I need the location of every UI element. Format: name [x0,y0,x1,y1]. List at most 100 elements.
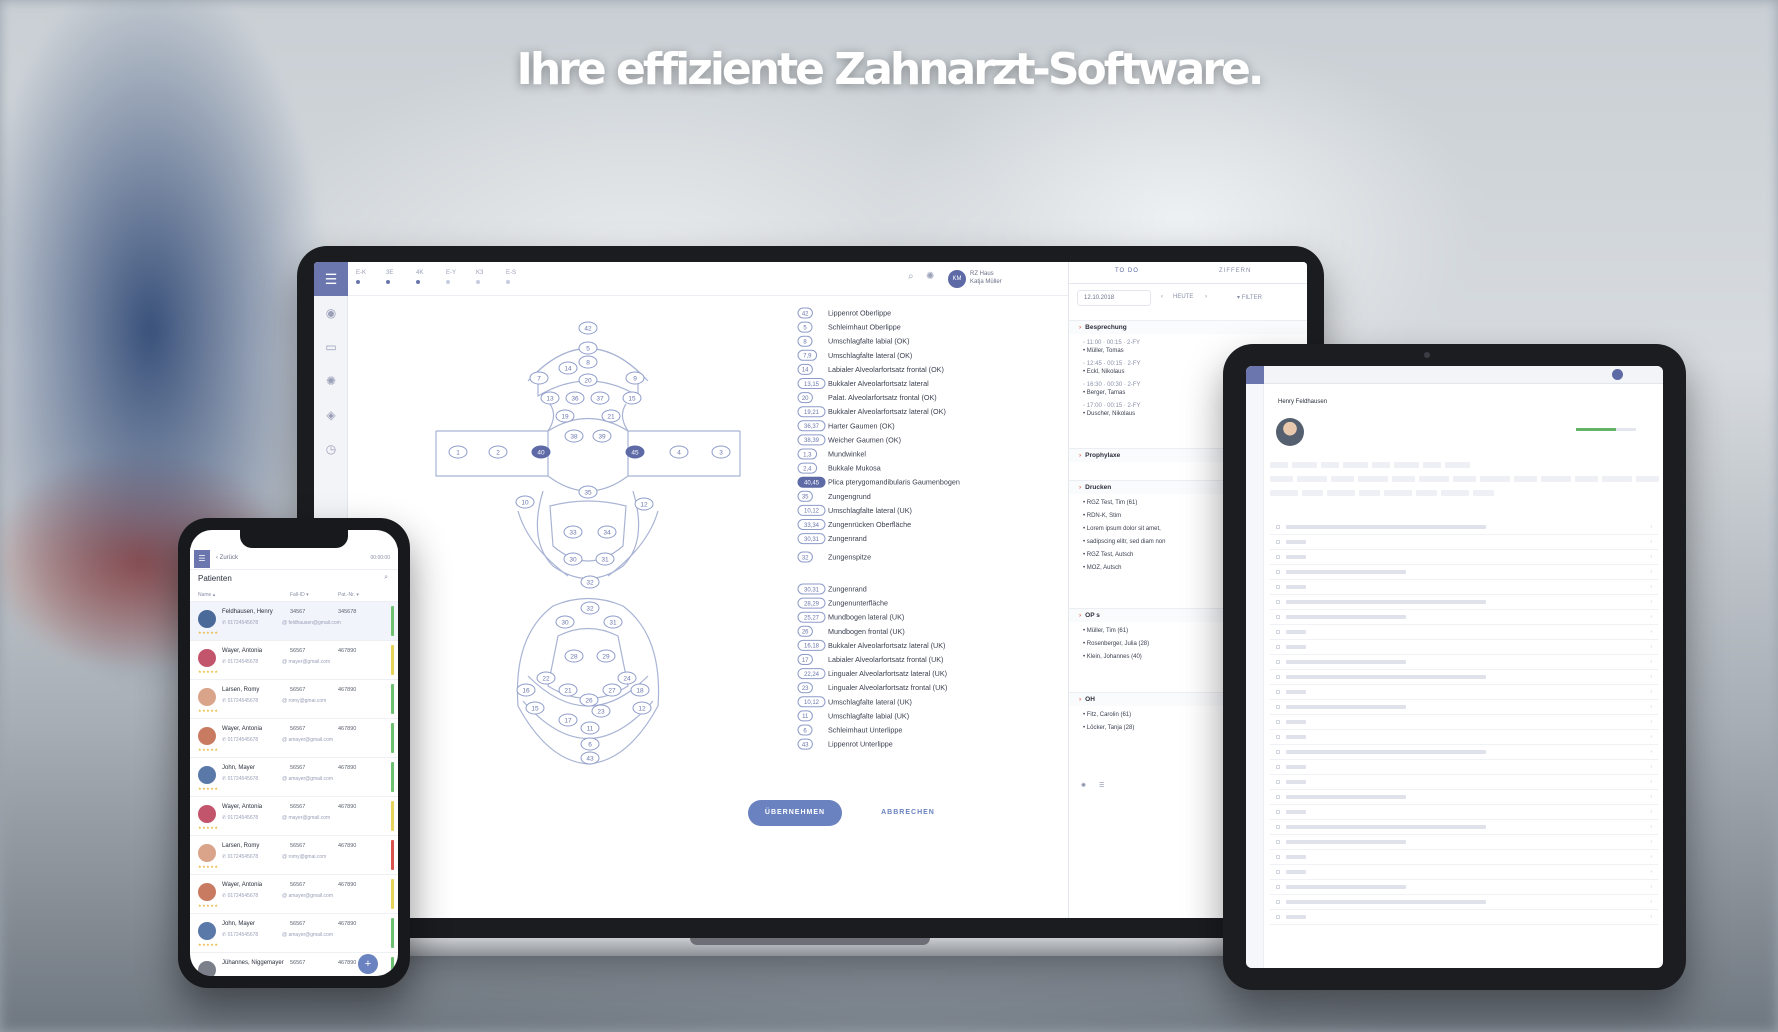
legend-upper-label-3[interactable]: Umschlagfalte lateral (OK) [828,351,912,360]
table-row[interactable]: › [1270,610,1658,625]
chevron-right-icon[interactable]: › [1650,794,1652,800]
tab-chip[interactable] [1416,490,1437,496]
legend-lower-label-3[interactable]: Mundbogen frontal (UK) [828,627,905,636]
row-checkbox[interactable] [1276,690,1280,694]
legend-lower-label-6[interactable]: Lingualer Alveolarfortsatz lateral (UK) [828,669,947,678]
tab-chip[interactable] [1419,476,1449,482]
tab-chip[interactable] [1292,462,1317,468]
gear-icon[interactable]: ✺ [926,271,934,282]
legend-upper-label-11[interactable]: Bukkale Mukosa [828,464,881,473]
tab-chip[interactable] [1358,476,1388,482]
add-patient-button[interactable]: + [358,954,378,974]
legend-upper-label-4[interactable]: Labialer Alveolarfortsatz frontal (OK) [828,365,944,374]
tab-chip[interactable] [1636,476,1659,482]
chevron-right-icon[interactable]: › [1650,764,1652,770]
home-icon[interactable]: ◉ [314,296,348,330]
avatar[interactable] [1612,369,1623,380]
tab-chip[interactable] [1327,490,1355,496]
tab-chip[interactable] [1384,490,1412,496]
chevron-right-icon[interactable]: › [1650,824,1652,830]
legend-lower-label-5[interactable]: Labialer Alveolarfortsatz frontal (UK) [828,655,943,664]
table-row[interactable]: › [1270,850,1658,865]
row-checkbox[interactable] [1276,585,1280,589]
row-checkbox[interactable] [1276,570,1280,574]
sort-name[interactable]: Name ▴ [198,592,215,598]
legend-upper-label-2[interactable]: Umschlagfalte labial (OK) [828,337,910,346]
table-row[interactable]: › [1270,520,1658,535]
table-row[interactable]: › [1270,550,1658,565]
table-row[interactable]: › [1270,595,1658,610]
chevron-right-icon[interactable]: › [1650,854,1652,860]
row-checkbox[interactable] [1276,765,1280,769]
clock-icon[interactable]: ◷ [314,432,348,466]
chevron-right-icon[interactable]: › [1650,629,1652,635]
table-row[interactable]: › [1270,580,1658,595]
list-icon[interactable]: ☰ [1099,782,1104,789]
legend-upper-label-10[interactable]: Mundwinkel [828,450,866,459]
chevron-right-icon[interactable]: › [1650,554,1652,560]
legend-upper-label-7[interactable]: Bukkaler Alveolarfortsatz lateral (OK) [828,407,946,416]
row-checkbox[interactable] [1276,855,1280,859]
table-row[interactable]: › [1270,670,1658,685]
row-checkbox[interactable] [1276,600,1280,604]
row-checkbox[interactable] [1276,540,1280,544]
row-checkbox[interactable] [1276,810,1280,814]
chevron-right-icon[interactable]: › [1650,704,1652,710]
tab-chip[interactable] [1302,490,1323,496]
legend-lower-label-4[interactable]: Bukkaler Alveolarfortsatz lateral (UK) [828,641,945,650]
legend-upper-label-5[interactable]: Bukkaler Alveolarfortsatz lateral [828,379,929,388]
table-row[interactable]: › [1270,835,1658,850]
legend-lower-label-8[interactable]: Umschlagfalte lateral (UK) [828,697,912,706]
list-item[interactable]: John, Mayer 56567 467890 ✆ 01724545678 @ ama… [190,758,398,797]
chevron-right-icon[interactable]: › [1650,539,1652,545]
today-button[interactable]: HEUTE [1173,294,1193,300]
filter-button[interactable]: ▾ FILTER [1237,294,1262,301]
tab-chip[interactable] [1441,490,1469,496]
menu-icon[interactable]: ☰ [194,550,210,568]
table-row[interactable]: › [1270,685,1658,700]
list-item[interactable]: Wayer, Antonia 56567 467890 ✆ 01724545678 @ … [190,797,398,836]
row-checkbox[interactable] [1276,630,1280,634]
tab-chip[interactable] [1445,462,1470,468]
step-1[interactable]: E-K [356,270,366,284]
chevron-right-icon[interactable]: › [1205,294,1207,300]
chevron-right-icon[interactable]: › [1650,719,1652,725]
chevron-right-icon[interactable]: › [1650,809,1652,815]
calendar-icon[interactable]: ▭ [314,330,348,364]
chevron-right-icon[interactable]: › [1650,914,1652,920]
row-checkbox[interactable] [1276,705,1280,709]
legend-lower-label-11[interactable]: Lippenrot Unterlippe [828,740,893,749]
tab-chip[interactable] [1297,476,1327,482]
table-row[interactable]: › [1270,715,1658,730]
table-row[interactable]: › [1270,565,1658,580]
row-checkbox[interactable] [1276,555,1280,559]
legend-upper-label-9[interactable]: Weicher Gaumen (OK) [828,435,901,444]
chevron-right-icon[interactable]: › [1650,599,1652,605]
chevron-right-icon[interactable]: › [1650,899,1652,905]
table-row[interactable]: › [1270,775,1658,790]
table-row[interactable]: › [1270,805,1658,820]
table-row[interactable]: › [1270,535,1658,550]
menu-icon[interactable] [1246,366,1264,384]
tab-chip[interactable] [1343,462,1368,468]
row-checkbox[interactable] [1276,825,1280,829]
tab-chip[interactable] [1453,476,1476,482]
legend-lower-label-0[interactable]: Zungenrand [828,585,867,594]
list-item[interactable]: Larsen, Romy 56567 467890 ✆ 01724545678 @ ro… [190,836,398,875]
chevron-right-icon[interactable]: › [1650,524,1652,530]
row-checkbox[interactable] [1276,795,1280,799]
date-field[interactable]: 12.10.2018 [1077,290,1151,306]
chevron-right-icon[interactable]: › [1650,674,1652,680]
table-row[interactable]: › [1270,910,1658,925]
table-row[interactable]: › [1270,880,1658,895]
back-button[interactable]: ‹ Zurück [216,555,238,561]
tab-chip[interactable] [1359,490,1380,496]
take-over-button[interactable]: ÜBERNEHMEN [748,800,842,826]
list-item[interactable]: John, Mayer 56567 467890 ✆ 01724545678 @ ama… [190,914,398,953]
table-row[interactable]: › [1270,655,1658,670]
row-checkbox[interactable] [1276,915,1280,919]
legend-upper-label-12[interactable]: Plica pterygomandibularis Gaumenbogen [828,478,960,487]
row-checkbox[interactable] [1276,780,1280,784]
cancel-button[interactable]: ABBRECHEN [868,800,948,826]
legend-mid-label-0[interactable]: Zungenspitze [828,553,871,562]
